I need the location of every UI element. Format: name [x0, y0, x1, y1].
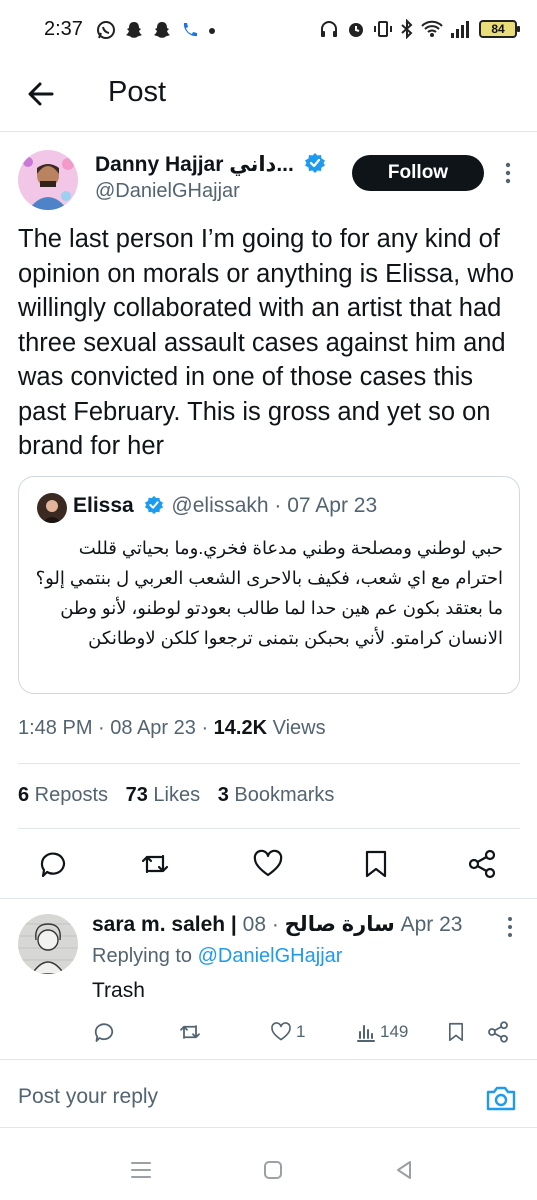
arrow-left-icon	[28, 82, 54, 106]
bookmarks-stat[interactable]: 3 Bookmarks	[218, 784, 335, 806]
bookmark-icon	[365, 850, 387, 878]
heart-icon	[253, 849, 283, 877]
quote-avatar	[37, 493, 67, 523]
post-stats: 6 Reposts 73 Likes 3 Bookmarks	[18, 784, 346, 807]
phone-icon	[183, 23, 197, 37]
snapchat-icon	[126, 22, 142, 38]
header: Post	[0, 64, 537, 128]
whatsapp-icon	[97, 21, 115, 39]
reposts-stat[interactable]: 6 Reposts	[18, 784, 108, 806]
reply-share-button[interactable]	[486, 1018, 510, 1046]
bluetooth-icon	[401, 19, 413, 39]
reply-button[interactable]	[37, 848, 69, 880]
repost-icon	[141, 854, 169, 874]
reply-views-count: 149	[380, 1022, 409, 1041]
repost-button[interactable]	[139, 848, 171, 880]
divider	[0, 898, 537, 899]
alarm-icon	[349, 23, 363, 37]
share-button[interactable]	[466, 848, 498, 880]
dot-icon	[209, 28, 215, 34]
likes-stat[interactable]: 73 Likes	[126, 784, 201, 806]
views-label: Views	[267, 717, 326, 739]
system-nav-bar	[0, 1140, 537, 1200]
like-button[interactable]	[252, 848, 284, 880]
divider	[0, 1127, 537, 1128]
menu-icon	[131, 1162, 151, 1178]
verified-badge-icon	[304, 153, 325, 173]
share-icon	[468, 849, 496, 879]
analytics-icon	[357, 1025, 375, 1042]
reply-like-button[interactable]: 1	[270, 1018, 305, 1046]
home-button[interactable]	[259, 1156, 287, 1184]
verified-badge-icon	[144, 495, 163, 515]
reply-author-avatar[interactable]	[18, 914, 78, 974]
headphones-icon	[321, 21, 337, 37]
divider	[0, 1059, 537, 1060]
quote-text: حبي لوطني ومصلحة وطني مدعاة فخري.وما بحي…	[35, 538, 503, 648]
replying-to-label: Replying to	[92, 945, 198, 967]
camera-button[interactable]	[484, 1081, 518, 1115]
quoted-post[interactable]: Elissa @elissakh · 07 Apr 23 حبي لوطني و…	[18, 476, 520, 694]
bookmark-icon	[448, 1022, 464, 1042]
quote-author-name: Elissa	[73, 494, 134, 517]
camera-icon	[486, 1086, 516, 1111]
reply-repost-button[interactable]	[178, 1018, 202, 1046]
reply-action-bar: 1 149	[0, 1014, 537, 1050]
back-triangle-icon	[397, 1161, 411, 1179]
recent-apps-button[interactable]	[127, 1156, 155, 1184]
post-action-bar	[0, 838, 537, 892]
divider	[18, 828, 520, 829]
reply-bookmark-button[interactable]	[445, 1018, 467, 1046]
status-time: 2:37	[44, 18, 83, 40]
status-bar: 2:37 84	[0, 0, 537, 64]
reply-more-options-button[interactable]	[503, 915, 517, 939]
more-vertical-icon	[505, 162, 511, 184]
quote-meta: @elissakh · 07 Apr 23	[171, 494, 378, 517]
post-text: The last person I’m going to for any kin…	[18, 225, 515, 460]
reply-icon	[40, 852, 66, 878]
reply-like-count: 1	[296, 1022, 306, 1041]
signal-icon	[451, 21, 469, 38]
repost-icon	[180, 1025, 200, 1039]
author-name[interactable]: Danny Hajjar داني...	[95, 153, 294, 176]
wifi-icon	[421, 20, 443, 37]
author-handle[interactable]: @DanielGHajjar	[95, 180, 240, 203]
reply-reply-button[interactable]	[92, 1018, 116, 1046]
views-count: 14.2K	[213, 717, 268, 739]
vibrate-icon	[374, 21, 392, 37]
reply-text: Trash	[92, 979, 145, 1002]
reply-views-button[interactable]: 149	[356, 1018, 408, 1046]
more-options-button[interactable]	[499, 160, 517, 186]
home-square-icon	[264, 1161, 282, 1179]
snapchat-icon	[154, 22, 170, 38]
back-nav-button[interactable]	[390, 1156, 418, 1184]
post-timestamp: 1:48 PM · 08 Apr 23 ·	[18, 717, 214, 739]
page-title: Post	[108, 76, 167, 108]
reply-icon	[94, 1023, 114, 1042]
heart-icon	[271, 1022, 291, 1041]
divider	[18, 763, 520, 764]
replying-to-handle[interactable]: @DanielGHajjar	[198, 945, 343, 967]
bookmark-button[interactable]	[360, 848, 392, 880]
back-button[interactable]	[24, 76, 60, 112]
reply-input[interactable]: Post your reply	[18, 1085, 158, 1109]
author-avatar[interactable]	[18, 150, 78, 210]
battery-icon: 84	[479, 20, 520, 38]
share-icon	[488, 1021, 508, 1043]
more-vertical-icon	[508, 917, 512, 937]
divider	[0, 131, 537, 132]
follow-button[interactable]: Follow	[352, 155, 484, 191]
